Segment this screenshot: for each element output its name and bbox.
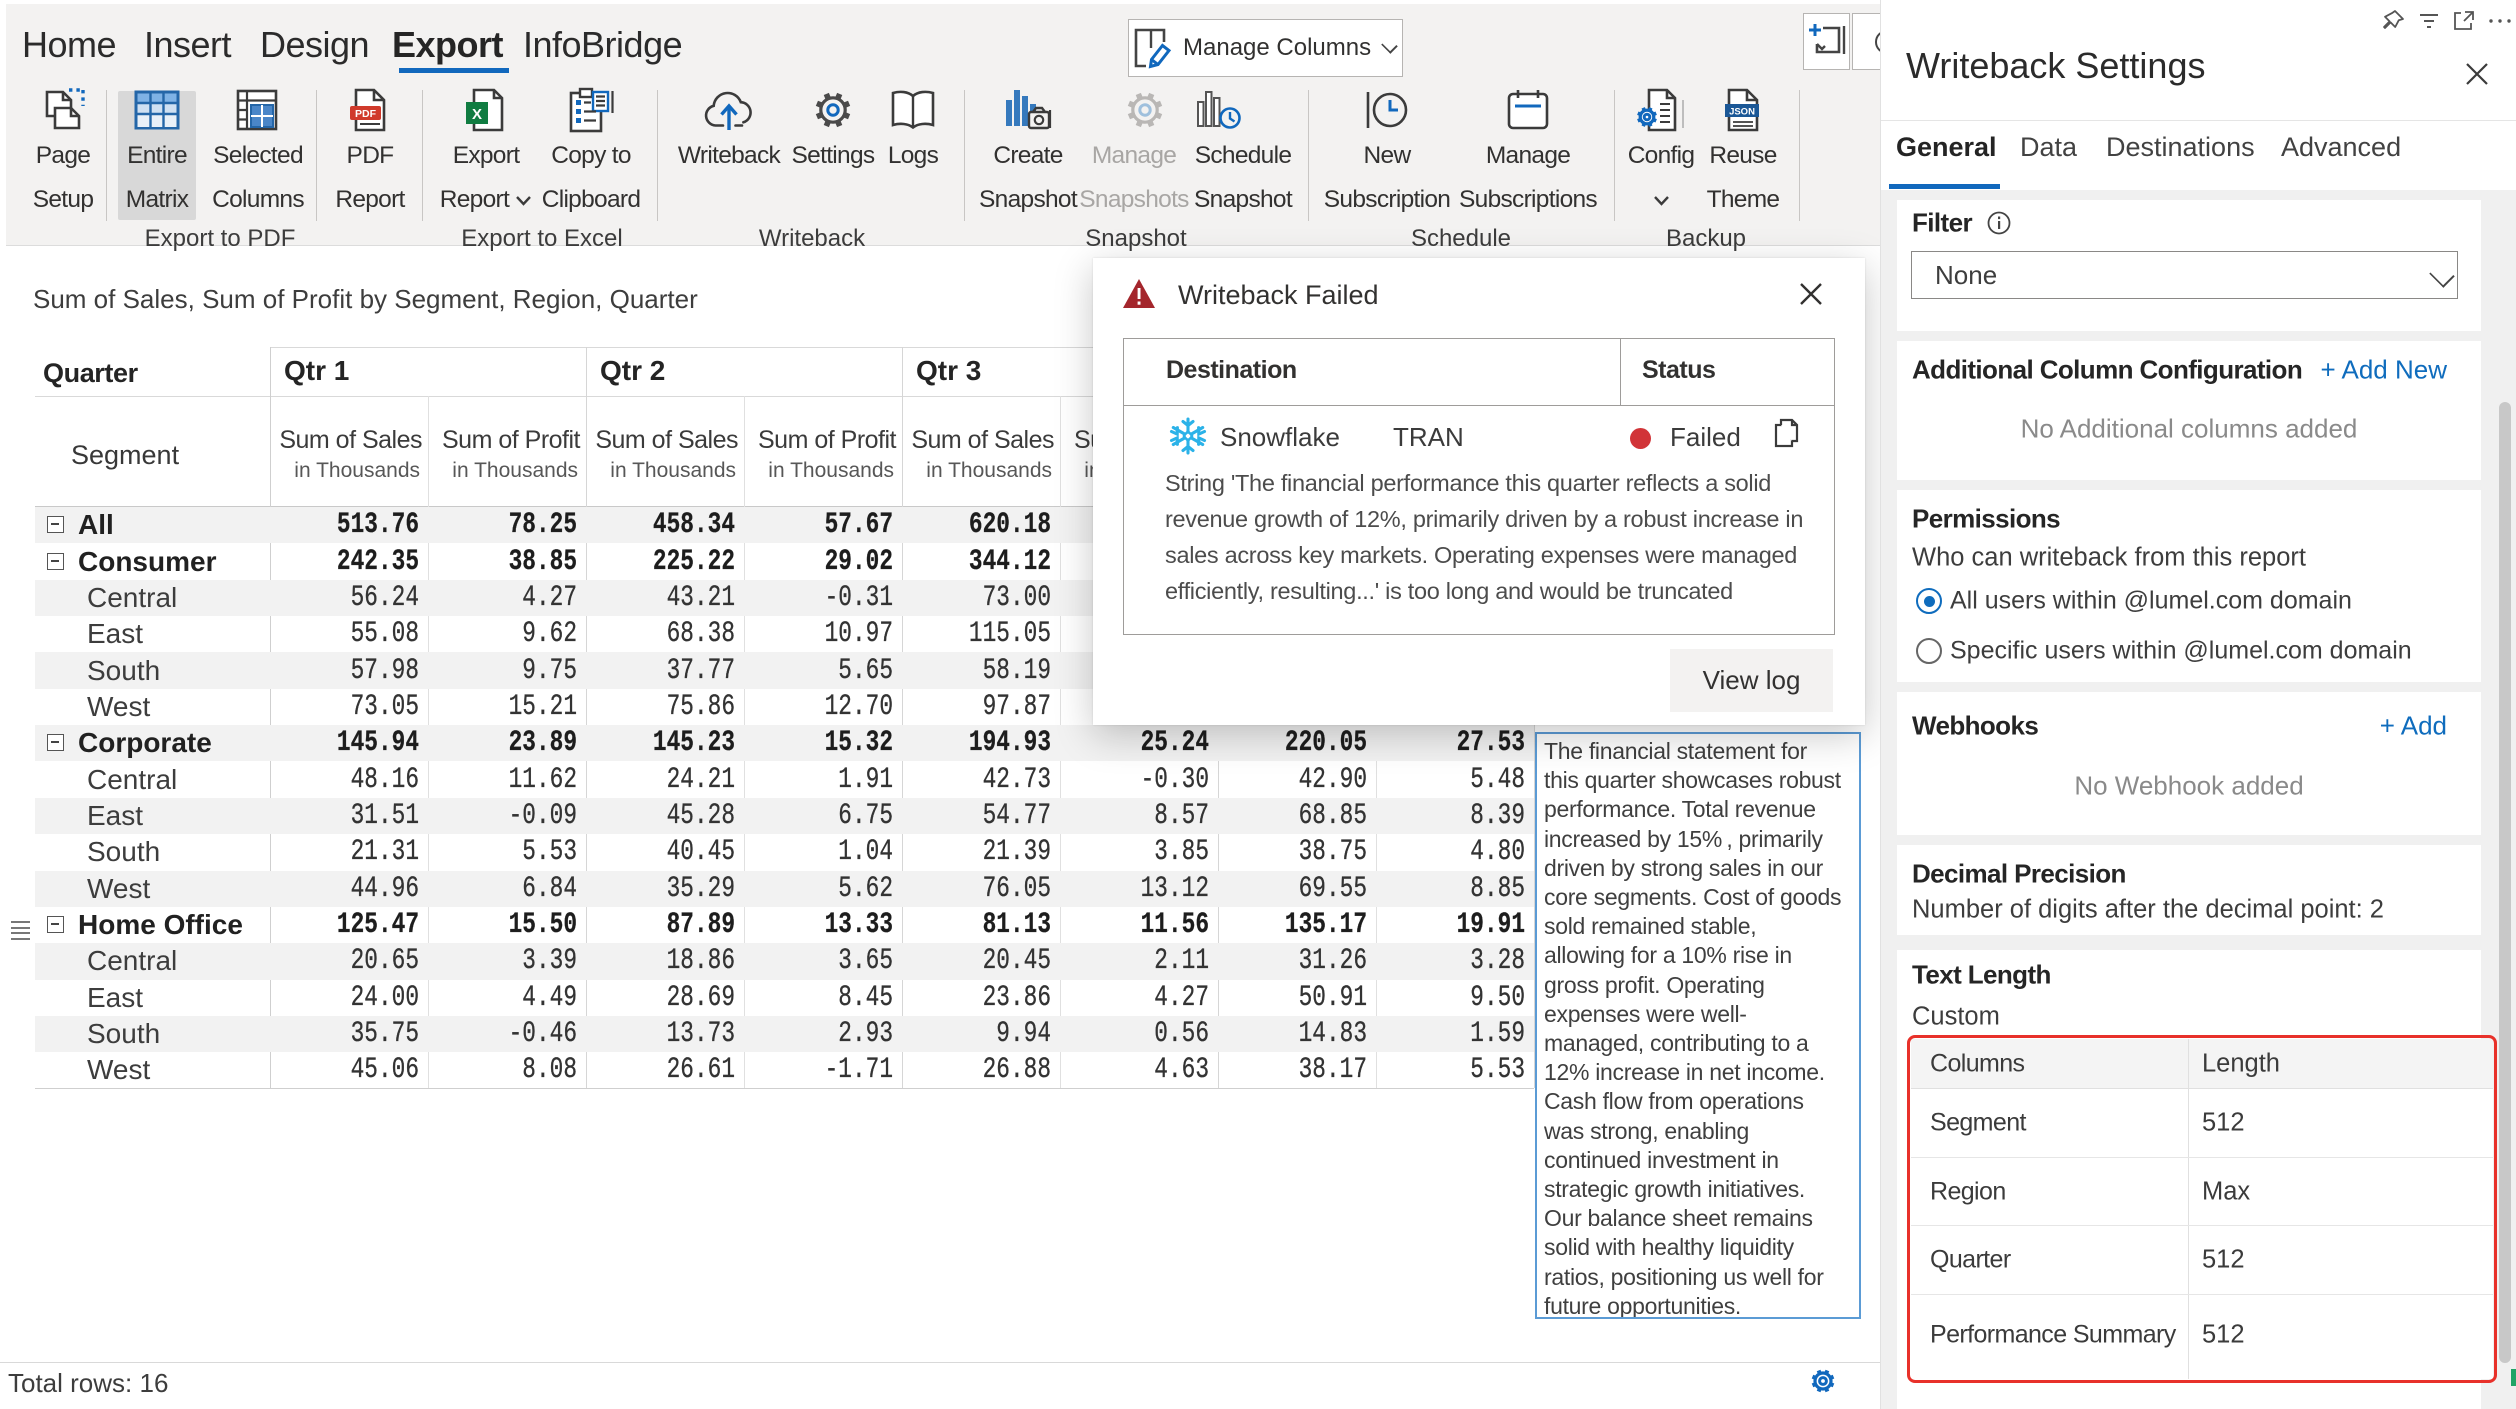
svg-text:JSON: JSON: [1729, 107, 1755, 118]
svg-text:X: X: [472, 106, 482, 123]
svg-text:PDF: PDF: [355, 108, 377, 120]
